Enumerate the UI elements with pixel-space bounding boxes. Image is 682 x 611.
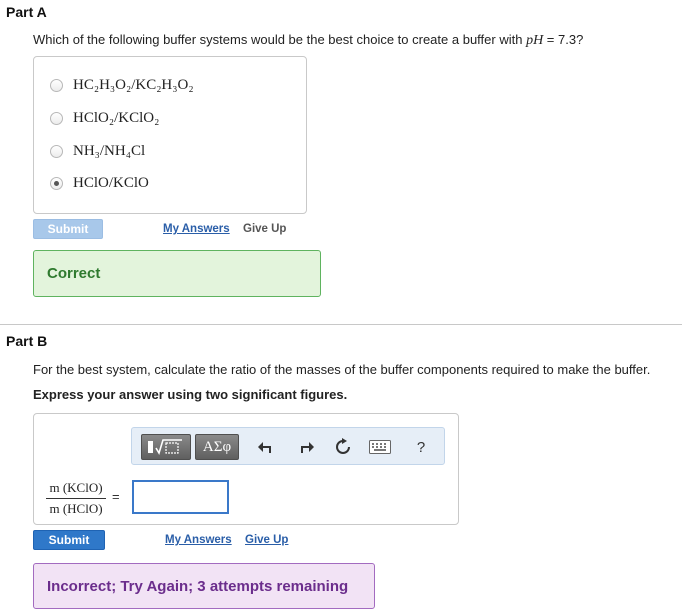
part-b-my-answers-link[interactable]: My Answers: [165, 534, 232, 546]
part-a-title: Part A: [6, 4, 47, 20]
part-a-question: Which of the following buffer systems wo…: [33, 32, 583, 49]
template-sqrt-icon: [148, 439, 182, 455]
part-a-give-up-link[interactable]: Give Up: [243, 223, 286, 235]
equals-sign: =: [112, 489, 120, 504]
ratio-fraction: m (KClO) m (HClO): [46, 480, 106, 517]
options-box: HC₂H₃O₂/KC₂H₃O₂ HClO₂/KClO₂ NH₃/NH₄Cl HC…: [33, 56, 307, 214]
option-nh3[interactable]: NH₃/NH₄Cl: [50, 141, 145, 161]
part-b-give-up-link[interactable]: Give Up: [245, 534, 288, 546]
part-b-instruction: Express your answer using two significan…: [33, 387, 348, 402]
feedback-incorrect: Incorrect; Try Again; 3 attempts remaini…: [33, 563, 375, 609]
help-button[interactable]: ?: [411, 437, 431, 457]
part-a-submit-button[interactable]: Submit: [33, 219, 103, 239]
radio-button-selected[interactable]: [50, 176, 63, 190]
reset-icon[interactable]: [333, 437, 353, 457]
ph-variable: pH: [526, 33, 544, 48]
option-label: HClO₂/KClO₂: [73, 109, 160, 126]
radio-selected-dot: [54, 180, 59, 186]
part-b-title: Part B: [6, 333, 48, 349]
keyboard-icon[interactable]: [368, 437, 392, 457]
fraction-numerator: m (KClO): [49, 480, 103, 495]
undo-icon[interactable]: [256, 437, 276, 457]
question-suffix: = 7.3?: [543, 32, 584, 47]
option-label: HClO/KClO: [73, 174, 149, 191]
feedback-correct: Correct: [33, 250, 321, 297]
fraction-bar: [46, 498, 106, 499]
greek-symbols-button[interactable]: ΑΣφ: [195, 434, 239, 460]
radio-button[interactable]: [50, 144, 63, 158]
question-prefix: Which of the following buffer systems wo…: [33, 32, 527, 47]
option-hc2h3o2[interactable]: HC₂H₃O₂/KC₂H₃O₂: [50, 75, 194, 95]
template-sqrt-button[interactable]: [141, 434, 191, 460]
option-label: NH₃/NH₄Cl: [73, 142, 146, 159]
option-hclo[interactable]: HClO/KClO: [50, 173, 149, 193]
part-b-submit-button[interactable]: Submit: [33, 530, 105, 550]
math-toolbar: ΑΣφ ?: [131, 427, 445, 465]
part-a-my-answers-link[interactable]: My Answers: [163, 223, 230, 235]
option-label: HC₂H₃O₂/KC₂H₃O₂: [73, 76, 194, 93]
fraction-denominator: m (HClO): [49, 501, 103, 516]
radio-button[interactable]: [50, 78, 63, 92]
part-b-question: For the best system, calculate the ratio…: [33, 362, 651, 377]
redo-icon[interactable]: [296, 437, 316, 457]
radio-button[interactable]: [50, 111, 63, 125]
answer-input[interactable]: [132, 480, 229, 514]
part-divider: [0, 324, 682, 325]
answer-box: ΑΣφ ? m (KClO) m (HClO) =: [33, 413, 459, 525]
option-hclo2[interactable]: HClO₂/KClO₂: [50, 108, 159, 128]
